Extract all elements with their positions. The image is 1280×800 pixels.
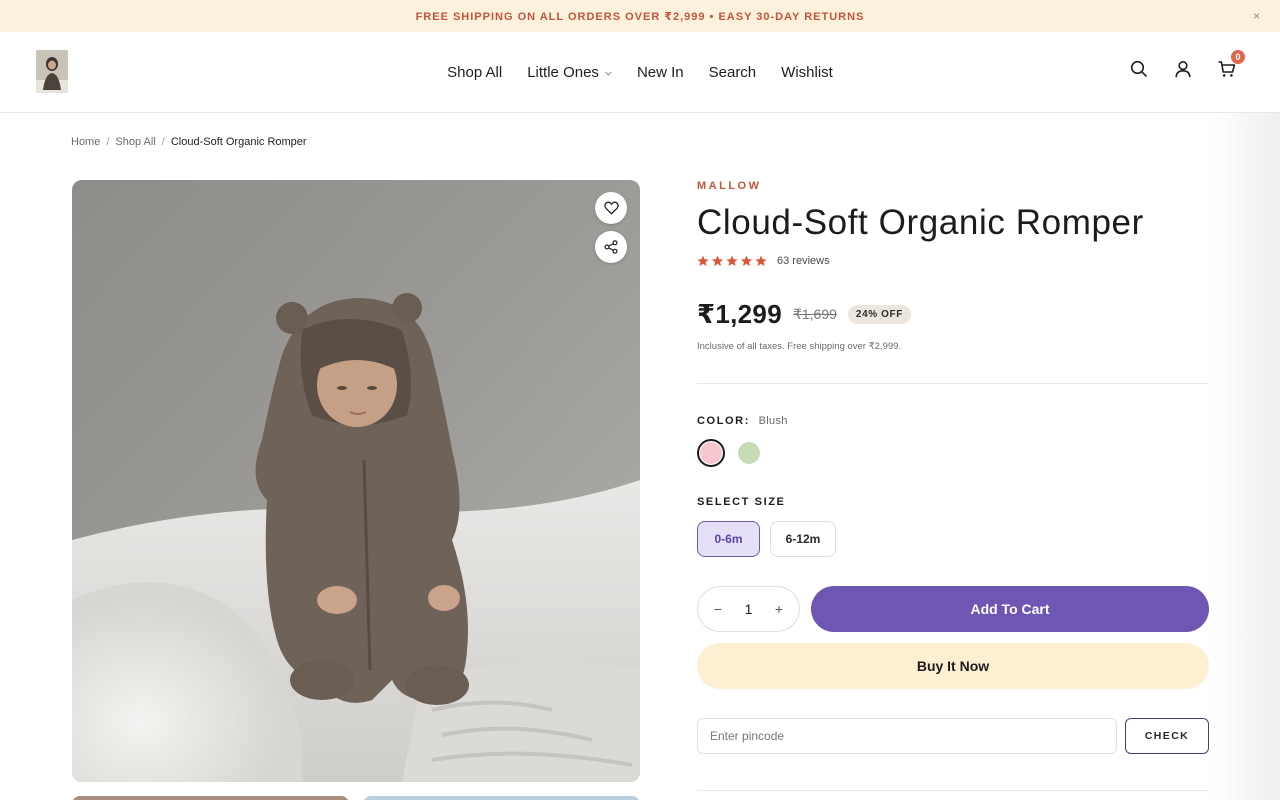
pincode-input[interactable]	[697, 718, 1117, 754]
breadcrumb: Home / Shop All / Cloud-Soft Organic Rom…	[71, 136, 307, 148]
thumbnail-image[interactable]	[363, 796, 640, 800]
product-brand[interactable]: MALLOW	[697, 180, 1209, 192]
nav-shop-all[interactable]: Shop All	[447, 64, 502, 81]
size-options: 0-6m 6-12m	[697, 521, 1209, 557]
reviews-count-link[interactable]: 63 reviews	[777, 255, 830, 267]
heart-icon	[603, 201, 619, 215]
size-option-0-6m[interactable]: 0-6m	[697, 521, 760, 557]
buy-it-now-button[interactable]: Buy It Now	[697, 643, 1209, 689]
store-logo[interactable]	[36, 50, 68, 93]
search-icon[interactable]	[1130, 60, 1148, 78]
compare-price: ₹1,699	[792, 306, 837, 322]
color-swatch-sage[interactable]	[735, 439, 763, 467]
quantity-stepper: − 1 +	[697, 586, 800, 632]
cart-count-badge: 0	[1231, 50, 1245, 64]
color-selector: COLOR: Blush	[697, 415, 1209, 467]
account-icon[interactable]	[1174, 60, 1192, 78]
quantity-increase-button[interactable]: +	[773, 601, 785, 617]
tax-note: Inclusive of all taxes. Free shipping ov…	[697, 341, 902, 352]
product-title: Cloud-Soft Organic Romper	[697, 203, 1144, 242]
color-label: COLOR: Blush	[697, 415, 1209, 427]
size-option-6-12m[interactable]: 6-12m	[770, 521, 836, 557]
color-swatch-blush[interactable]	[697, 439, 725, 467]
cart-icon[interactable]: 0	[1218, 50, 1245, 78]
product-info: MALLOW Cloud-Soft Organic Romper 63 revi…	[697, 180, 1209, 791]
purchase-row: − 1 + Add To Cart	[697, 586, 1209, 632]
header-actions: 0	[1130, 50, 1245, 78]
product-rating: 63 reviews	[697, 255, 1209, 267]
add-to-cart-button[interactable]: Add To Cart	[811, 586, 1209, 632]
nav-search[interactable]: Search	[709, 64, 757, 81]
product-main-image[interactable]	[72, 180, 640, 782]
site-header: Shop All Little Ones New In Search Wishl…	[0, 32, 1280, 113]
divider	[697, 790, 1209, 791]
breadcrumb-home[interactable]: Home	[71, 136, 100, 148]
page-edge-shadow	[1210, 113, 1280, 800]
rating-stars	[697, 255, 767, 267]
nav-new-in[interactable]: New In	[637, 64, 684, 81]
size-selector: SELECT SIZE 0-6m 6-12m	[697, 496, 1209, 557]
breadcrumb-shop-all[interactable]: Shop All	[115, 136, 155, 148]
wishlist-heart-button[interactable]	[595, 192, 627, 224]
nav-wishlist-label: Wishlist	[781, 63, 833, 81]
thumbnail-strip	[72, 796, 640, 800]
check-pincode-button[interactable]: CHECK	[1125, 718, 1209, 754]
size-label: SELECT SIZE	[697, 496, 786, 508]
nav-new-in-label: New In	[636, 63, 684, 81]
baby-romper-photo	[72, 180, 640, 782]
quantity-decrease-button[interactable]: −	[712, 601, 724, 617]
breadcrumb-separator: /	[106, 136, 110, 148]
quantity-value[interactable]: 1	[745, 601, 753, 617]
divider	[697, 383, 1209, 384]
close-icon[interactable]: ×	[1253, 9, 1260, 23]
nav-shop-all-label: Shop All	[447, 63, 503, 81]
announcement-bar: FREE SHIPPING ON ALL ORDERS OVER ₹2,999 …	[0, 0, 1280, 32]
nav-little-ones-label: Little Ones	[527, 63, 599, 81]
discount-badge: 24% OFF	[847, 305, 911, 324]
swatch-fill	[700, 442, 722, 464]
sale-price: ₹1,299	[697, 299, 782, 329]
color-label-text: COLOR:	[697, 415, 750, 427]
price-row: ₹1,299 ₹1,699 24% OFF	[697, 299, 1209, 330]
chevron-down-icon	[605, 68, 612, 78]
color-swatches	[697, 439, 1209, 467]
selected-color-value: Blush	[758, 415, 788, 427]
breadcrumb-separator: /	[161, 136, 165, 148]
nav-little-ones[interactable]: Little Ones	[527, 64, 612, 81]
breadcrumb-current: Cloud-Soft Organic Romper	[170, 136, 307, 148]
star-icon	[697, 255, 767, 266]
main-nav: Shop All Little Ones New In Search Wishl…	[0, 32, 1280, 112]
swatch-fill	[738, 442, 760, 464]
share-button[interactable]	[595, 231, 627, 263]
thumbnail-image[interactable]	[72, 796, 349, 800]
announcement-text: FREE SHIPPING ON ALL ORDERS OVER ₹2,999 …	[415, 10, 865, 23]
nav-search-label: Search	[708, 63, 757, 81]
nav-wishlist[interactable]: Wishlist	[781, 64, 833, 81]
share-icon	[604, 240, 618, 254]
pincode-checker: CHECK	[697, 718, 1209, 754]
